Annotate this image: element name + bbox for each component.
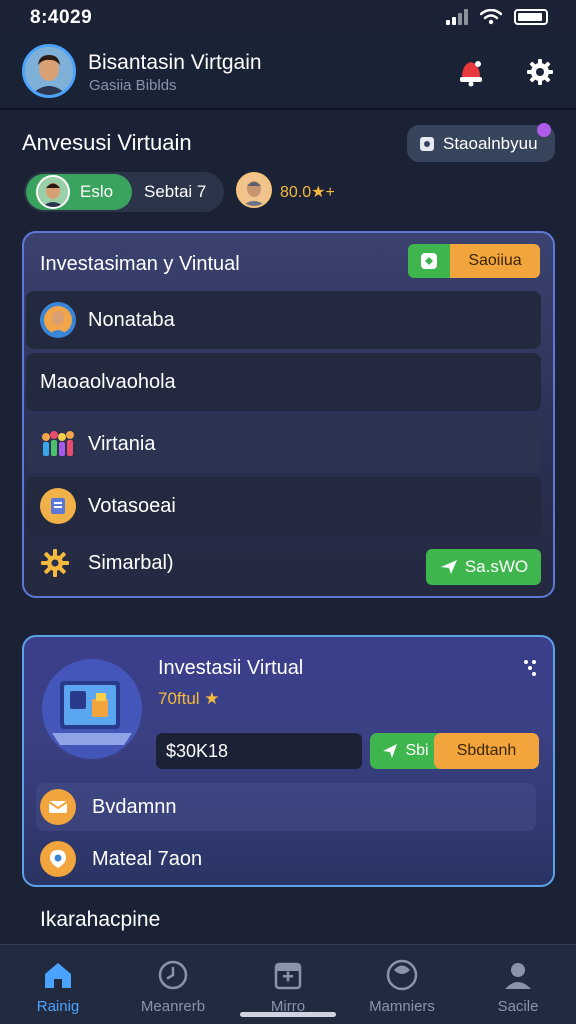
app-title: Bisantasin Virtgain (88, 51, 262, 74)
circle-icon (384, 957, 420, 992)
menu-item-label: Maoaolvaohola (40, 370, 176, 393)
menu-item[interactable]: Virtania (26, 415, 541, 473)
settings-action-label: Sa.sWO (464, 557, 529, 576)
card-title: Investasiman y Vintual (40, 253, 240, 275)
invest-action-left[interactable]: Sbi (370, 733, 440, 769)
profile-icon (500, 957, 536, 992)
settings-row-label: Simarbal) (88, 551, 174, 574)
investment-detail-card: Investasii Virtual 70ftul ★ $30K18 Sbi S… (22, 635, 555, 887)
notification-dot (537, 123, 551, 137)
user-switch-active[interactable]: Eslo (26, 174, 132, 210)
nav-tab-profile[interactable]: Sacile (463, 957, 573, 1015)
user-avatar (36, 175, 70, 209)
user-avatar-icon (40, 302, 76, 338)
nav-label: Sacile (497, 998, 539, 1015)
nav-tab-clock[interactable]: Meanrerb (118, 957, 228, 1015)
invest-action-button[interactable]: Sbi Sbdtanh (370, 733, 539, 769)
section-footer-label: Ikarahacpine (40, 908, 161, 931)
settings-gear-icon[interactable] (524, 56, 556, 88)
menu-item[interactable]: Nonataba (26, 291, 541, 349)
status-chip-label: Staoalnbyuu (443, 133, 538, 153)
send-arrow-icon (383, 744, 398, 758)
battery-icon (514, 9, 548, 25)
card-action-label: Saoiiua (450, 244, 540, 278)
section-title: Anvesusi Virtuain (22, 130, 192, 155)
document-icon (40, 488, 76, 524)
sun-gear-icon (41, 549, 69, 577)
detail-item-label: Mateal 7aon (92, 847, 203, 870)
signal-icon (446, 9, 468, 25)
nav-tab-calendar[interactable]: Mirro (233, 957, 343, 1015)
invest-action-left-label: Sbi (405, 742, 429, 759)
home-icon (40, 957, 76, 992)
amount-field[interactable]: $30K18 (156, 733, 362, 769)
status-chip[interactable]: Staoalnbyuu (407, 123, 555, 162)
menu-item[interactable]: Maoaolvaohola (26, 353, 541, 411)
puzzle-icon (420, 136, 434, 151)
card-action-button[interactable]: Saoiiua (408, 244, 540, 278)
card-title: Investasii Virtual (158, 657, 304, 679)
card-rating: 70ftul ★ (158, 689, 220, 708)
wifi-icon (480, 9, 502, 25)
nav-tab-home[interactable]: Rainig (3, 957, 113, 1015)
user-switch-active-label: Eslo (80, 182, 114, 201)
nav-tab-members[interactable]: Mamniers (347, 957, 457, 1015)
profile-avatar[interactable] (22, 44, 76, 98)
detail-item[interactable]: Mateal 7aon (36, 835, 536, 883)
investment-menu-card: Investasiman y Vintual Saoiiua Nonataba … (22, 231, 555, 598)
nav-label: Mamniers (369, 998, 435, 1015)
status-bar: 8:4029 (0, 0, 576, 36)
mail-icon (40, 789, 76, 825)
person-portrait-icon (25, 47, 73, 95)
cube-icon (408, 244, 450, 278)
invest-action-right-label[interactable]: Sbdtanh (434, 733, 539, 769)
user-switcher[interactable]: Eslo Sebtai 7 (24, 172, 224, 212)
people-group-icon (40, 426, 76, 462)
clock-icon (155, 957, 191, 992)
rating-text: 80.0★+ (280, 184, 335, 201)
nav-label: Meanrerb (140, 998, 206, 1015)
rating-avatar[interactable] (236, 172, 272, 208)
nav-label: Rainig (36, 998, 80, 1015)
app-header: Bisantasin Virtgain Gasiia Biblds (0, 36, 576, 110)
menu-item-label: Nonataba (88, 308, 175, 331)
settings-action-button[interactable]: Sa.sWO (426, 549, 541, 585)
status-time: 8:4029 (30, 7, 93, 28)
location-pin-icon (40, 841, 76, 877)
menu-item-label: Votasoeai (88, 494, 176, 517)
calendar-icon (270, 957, 306, 992)
home-indicator[interactable] (240, 1012, 336, 1017)
notification-bell-icon[interactable] (454, 54, 488, 88)
detail-item-label: Bvdamnn (92, 795, 177, 818)
more-options-icon[interactable] (520, 657, 540, 679)
menu-item[interactable]: Votasoeai (26, 477, 541, 535)
send-arrow-icon (440, 560, 457, 574)
laptop-illustration-icon (42, 659, 142, 759)
app-subtitle: Gasiia Biblds (89, 77, 177, 94)
detail-item[interactable]: Bvdamnn (36, 783, 536, 831)
status-icons (446, 9, 548, 25)
menu-item-label: Virtania (88, 432, 156, 455)
user-switch-other-label[interactable]: Sebtai 7 (144, 182, 206, 202)
